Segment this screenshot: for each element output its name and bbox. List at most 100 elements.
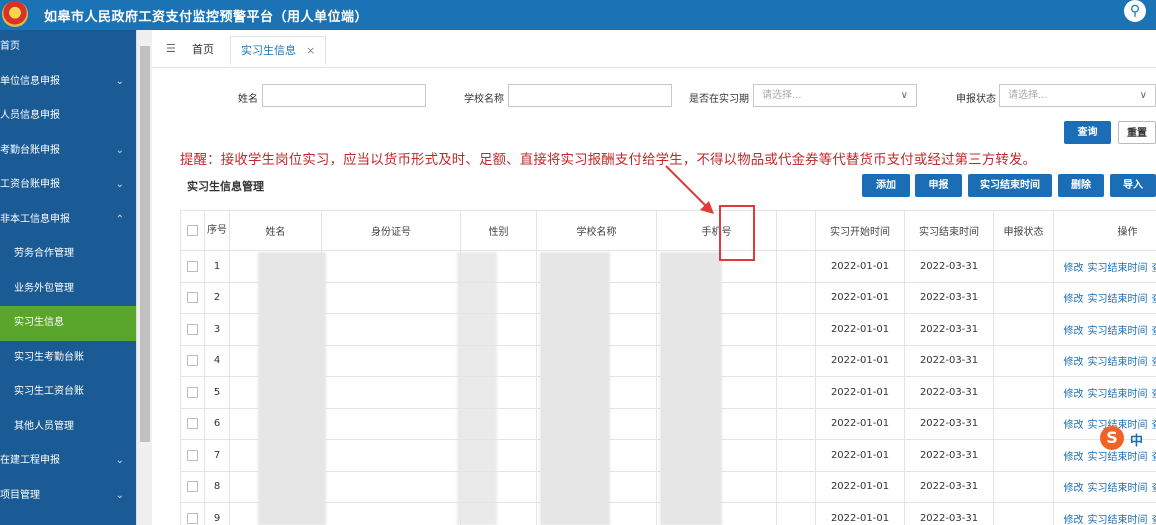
end-internship-link[interactable]: 实习结束时间	[1088, 515, 1148, 525]
delete-button[interactable]: 删除	[1058, 174, 1104, 197]
edit-link[interactable]: 修改	[1064, 452, 1084, 463]
close-icon[interactable]: ×	[306, 44, 315, 57]
view-details-link[interactable]: 查看详情	[1152, 326, 1156, 337]
id-number-cell	[321, 502, 461, 525]
row-select-cell[interactable]	[180, 376, 205, 409]
select-all-checkbox[interactable]	[187, 224, 198, 236]
status-cell	[993, 281, 1054, 314]
name-input[interactable]	[262, 84, 426, 107]
row-checkbox[interactable]	[187, 355, 198, 366]
edit-link[interactable]: 修改	[1064, 294, 1084, 305]
sidebar-item-payroll[interactable]: 工资台账申报 ⌄	[0, 168, 136, 203]
end-internship-link[interactable]: 实习结束时间	[1088, 357, 1148, 368]
declare-status-select[interactable]: 请选择... ∨	[999, 84, 1156, 107]
declare-status-label: 申报状态	[956, 94, 996, 105]
end-internship-link[interactable]: 实习结束时间	[1088, 326, 1148, 337]
sidebar-scrollbar[interactable]	[136, 30, 152, 525]
query-button[interactable]: 查询	[1064, 121, 1111, 144]
sidebar-subitem-business-outsourcing[interactable]: 业务外包管理	[0, 272, 136, 307]
edit-link[interactable]: 修改	[1064, 326, 1084, 337]
redacted-gender-column	[457, 252, 497, 525]
chevron-up-icon: ⌃	[115, 213, 124, 225]
edit-link[interactable]: 修改	[1064, 515, 1084, 525]
add-button[interactable]: 添加	[862, 174, 910, 197]
row-select-cell[interactable]	[180, 281, 205, 314]
school-label: 学校名称	[464, 94, 504, 105]
user-avatar-icon[interactable]: ⚲	[1124, 0, 1146, 22]
sidebar-item-personnel-info[interactable]: 人员信息申报	[0, 99, 136, 134]
status-cell	[993, 407, 1054, 440]
row-select-cell[interactable]	[180, 439, 205, 472]
sidebar-item-label: 实习生考勤台账	[14, 351, 84, 363]
row-select-cell[interactable]	[180, 250, 205, 283]
menu-icon[interactable]: ☰	[166, 42, 176, 55]
row-checkbox[interactable]	[187, 323, 198, 335]
sidebar-item-unit-info[interactable]: 单位信息申报 ⌄	[0, 65, 136, 100]
sidebar-item-attendance[interactable]: 考勤台账申报 ⌄	[0, 134, 136, 169]
declare-button[interactable]: 申报	[915, 174, 962, 197]
tab-intern-info[interactable]: 实习生信息 ×	[230, 36, 327, 66]
sidebar-item-construction-project[interactable]: 在建工程申报 ⌄	[0, 444, 136, 479]
view-details-link[interactable]: 查看详情	[1152, 389, 1156, 400]
table-header-row: 序号 姓名 身份证号 性别 学校名称 手机号 实习开始时间 实习结束时间 申报状…	[180, 210, 1156, 251]
row-checkbox[interactable]	[187, 386, 198, 398]
select-all-cell[interactable]	[180, 210, 205, 251]
import-button[interactable]: 导入	[1110, 174, 1156, 197]
edit-link[interactable]: 修改	[1064, 483, 1084, 494]
intern-period-select[interactable]: 请选择... ∨	[753, 84, 917, 107]
id-number-cell	[321, 313, 461, 346]
tab-home[interactable]: 首页	[188, 39, 218, 61]
empty-cell	[776, 407, 816, 440]
view-details-link[interactable]: 查看详情	[1152, 357, 1156, 368]
end-internship-link[interactable]: 实习结束时间	[1088, 483, 1148, 494]
end-internship-link[interactable]: 实习结束时间	[1088, 389, 1148, 400]
col-header-start: 实习开始时间	[815, 210, 905, 251]
ime-indicator[interactable]: S 中	[1096, 424, 1156, 454]
end-date-cell: 2022-03-31	[904, 250, 994, 283]
sidebar-item-non-employee-info[interactable]: 非本工信息申报 ⌃	[0, 203, 136, 238]
view-details-link[interactable]: 查看详情	[1152, 483, 1156, 494]
id-number-cell	[321, 250, 461, 283]
sidebar-subitem-intern-attendance[interactable]: 实习生考勤台账	[0, 341, 136, 376]
sidebar-item-label: 考勤台账申报	[0, 144, 60, 156]
edit-link[interactable]: 修改	[1064, 263, 1084, 274]
row-select-cell[interactable]	[180, 313, 205, 346]
view-details-link[interactable]: 查看详情	[1152, 263, 1156, 274]
row-select-cell[interactable]	[180, 470, 205, 503]
school-input[interactable]	[508, 84, 672, 107]
view-details-link[interactable]: 查看详情	[1152, 515, 1156, 525]
row-select-cell[interactable]	[180, 407, 205, 440]
row-number: 8	[204, 470, 230, 503]
select-placeholder: 请选择...	[762, 90, 802, 101]
edit-link[interactable]: 修改	[1064, 389, 1084, 400]
sidebar-subitem-intern-payroll[interactable]: 实习生工资台账	[0, 375, 136, 410]
scrollbar-thumb[interactable]	[140, 46, 150, 442]
sidebar-subitem-other-personnel[interactable]: 其他人员管理	[0, 410, 136, 445]
edit-link[interactable]: 修改	[1064, 420, 1084, 431]
sidebar-subitem-intern-info[interactable]: 实习生信息	[0, 306, 136, 341]
status-cell	[993, 313, 1054, 346]
sidebar-item-label: 人员信息申报	[0, 110, 60, 121]
edit-link[interactable]: 修改	[1064, 357, 1084, 368]
row-checkbox[interactable]	[187, 260, 198, 272]
row-checkbox[interactable]	[187, 512, 198, 524]
row-checkbox[interactable]	[187, 449, 198, 461]
end-internship-link[interactable]: 实习结束时间	[1088, 294, 1148, 305]
end-internship-link[interactable]: 实习结束时间	[1088, 263, 1148, 274]
sidebar-item-project-management[interactable]: 项目管理 ⌄	[0, 479, 136, 514]
row-checkbox[interactable]	[187, 481, 198, 492]
row-number: 5	[204, 376, 230, 409]
row-checkbox[interactable]	[187, 418, 198, 429]
row-select-cell[interactable]	[180, 502, 205, 525]
reset-button[interactable]: 重置	[1118, 121, 1156, 144]
view-details-link[interactable]: 查看详情	[1152, 294, 1156, 305]
row-checkbox[interactable]	[187, 292, 198, 303]
redacted-phone-column	[660, 252, 722, 525]
sidebar-subitem-labor-cooperation[interactable]: 劳务合作管理	[0, 237, 136, 272]
end-date-cell: 2022-03-31	[904, 439, 994, 472]
sidebar-item-home[interactable]: 首页	[0, 30, 136, 65]
intern-period-label: 是否在实习期	[689, 94, 749, 105]
row-select-cell[interactable]	[180, 344, 205, 377]
end-time-button[interactable]: 实习结束时间	[968, 174, 1052, 197]
actions-cell: 修改实习结束时间查看详情	[1053, 313, 1156, 346]
